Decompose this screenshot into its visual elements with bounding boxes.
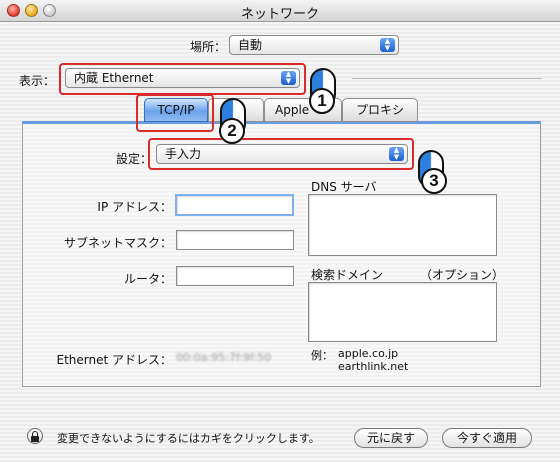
search-domain-field[interactable]: [308, 282, 497, 342]
popup-arrows-icon: ▲ ▼: [380, 38, 395, 52]
example-label: 例：: [311, 349, 333, 362]
tab-proxy[interactable]: プロキシ: [342, 98, 418, 122]
ethernet-address-label: Ethernet アドレス：: [56, 353, 172, 367]
example-domain-1: apple.co.jp: [338, 347, 399, 360]
optional-label: （オプション）: [420, 268, 505, 282]
callout-highlight-2: [136, 94, 214, 132]
revert-button[interactable]: 元に戻す: [354, 428, 428, 448]
router-field[interactable]: [176, 266, 294, 286]
config-popup[interactable]: 手入力 ▲ ▼: [156, 144, 408, 164]
search-domain-label: 検索ドメイン: [311, 268, 384, 282]
show-value: 内蔵 Ethernet: [74, 71, 154, 85]
ip-address-field[interactable]: [175, 194, 294, 216]
dns-server-label: DNS サーバ: [311, 180, 377, 194]
show-popup[interactable]: 内蔵 Ethernet ▲ ▼: [65, 68, 300, 88]
lock-hint-text: 変更できないようにするにはカギをクリックします。: [57, 432, 320, 445]
callout-number-1: 1: [309, 88, 335, 114]
window-title: ネットワーク: [240, 7, 319, 22]
location-label: 場所：: [189, 40, 226, 54]
apply-now-button[interactable]: 今すぐ適用: [442, 428, 532, 448]
show-label: 表示：: [19, 74, 56, 88]
config-value: 手入力: [165, 147, 202, 161]
lock-icon[interactable]: [27, 428, 43, 444]
callout-number-3: 3: [421, 168, 447, 194]
popup-arrows-icon: ▲ ▼: [389, 147, 404, 161]
popup-arrows-icon: ▲ ▼: [281, 71, 296, 85]
header-divider: [352, 78, 542, 79]
location-value: 自動: [238, 38, 263, 52]
location-popup[interactable]: 自動 ▲ ▼: [229, 35, 399, 55]
router-label: ルータ：: [123, 272, 172, 286]
dns-server-field[interactable]: [308, 194, 497, 256]
example-domain-2: earthlink.net: [338, 360, 409, 373]
config-label: 設定：: [115, 152, 152, 166]
subnet-mask-label: サブネットマスク：: [63, 236, 172, 250]
ip-address-label: IP アドレス：: [97, 200, 172, 214]
ethernet-address-value: 00:0a:95:7f:9f:50: [176, 351, 272, 364]
subnet-mask-field[interactable]: [176, 230, 294, 250]
callout-number-2: 2: [219, 118, 245, 144]
